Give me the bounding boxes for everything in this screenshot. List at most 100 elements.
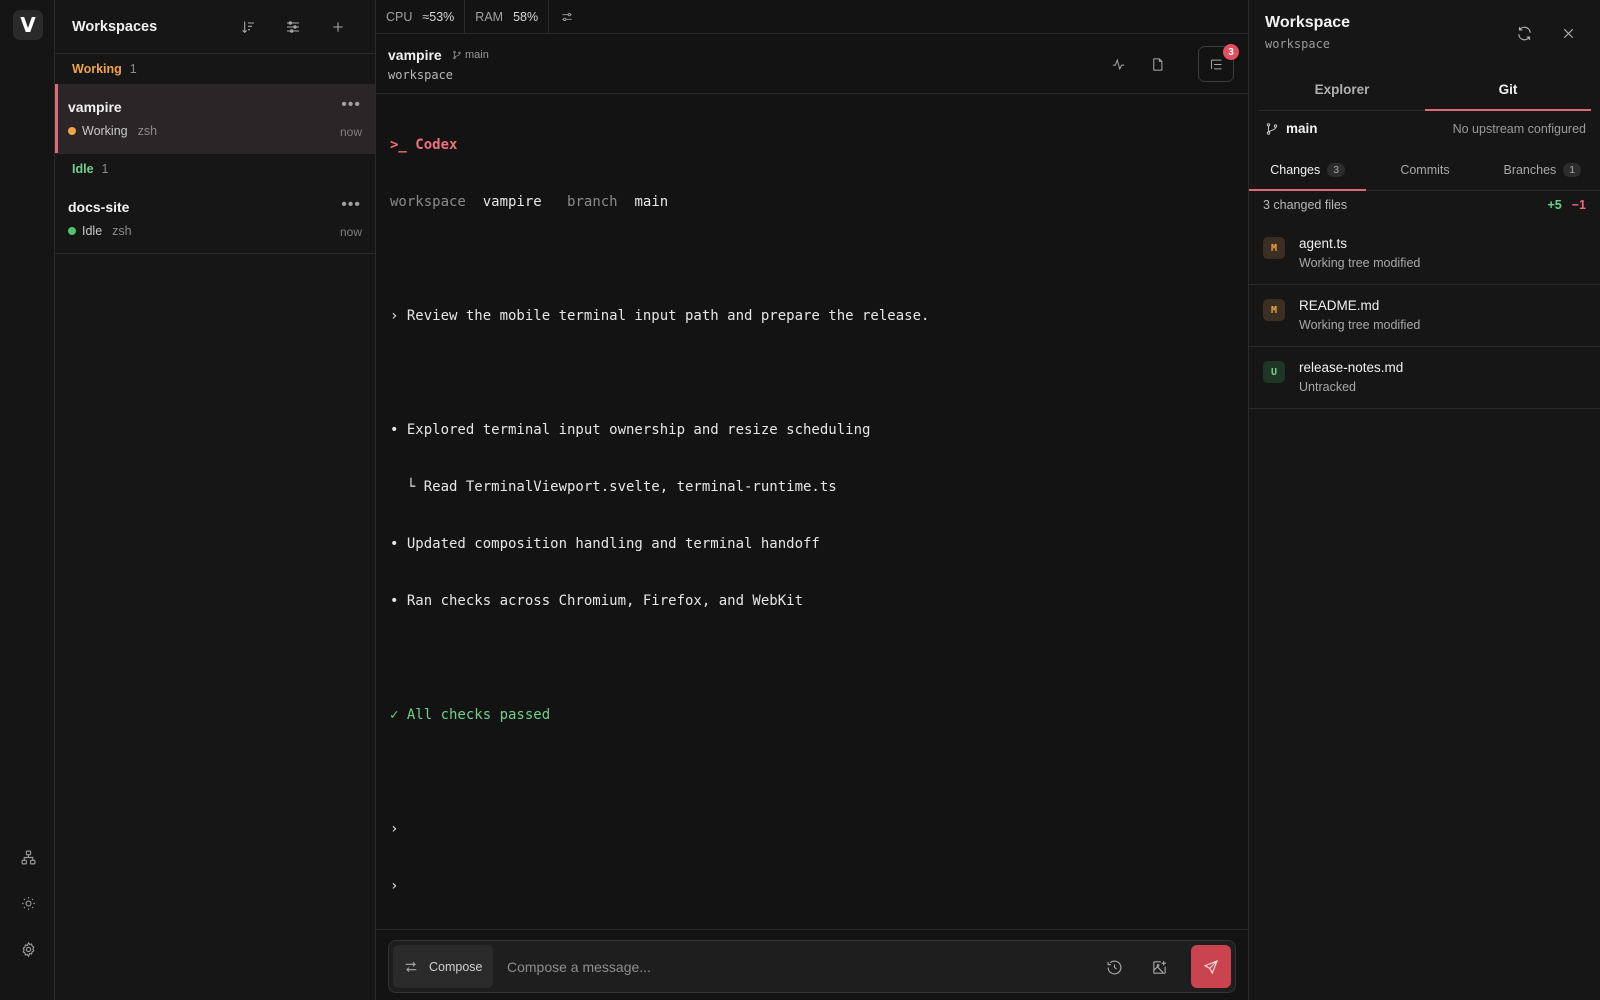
changed-file-item[interactable]: M agent.ts Working tree modified (1249, 223, 1600, 285)
workspace-item-vampire[interactable]: vampire ••• Working zsh now (55, 84, 375, 154)
close-icon[interactable] (1555, 20, 1581, 46)
workspace-item-docs-site[interactable]: docs-site ••• Idle zsh now (55, 184, 375, 254)
workspace-name: docs-site (68, 199, 130, 215)
upstream-status: No upstream configured (1452, 122, 1586, 136)
tune-icon[interactable] (549, 10, 585, 24)
sidebar-title: Workspaces (72, 18, 158, 35)
refresh-icon[interactable] (1511, 20, 1537, 46)
result-line: ✓ All checks passed (390, 707, 551, 723)
send-icon (1203, 959, 1218, 974)
subtab-branches[interactable]: Branches 1 (1484, 149, 1600, 190)
more-icon[interactable]: ••• (341, 196, 361, 214)
branch-icon (1266, 122, 1278, 135)
app-rail: V (0, 0, 55, 1000)
status-text: Working (82, 124, 128, 138)
output-line: └ Read TerminalViewport.svelte, terminal… (390, 479, 837, 495)
changes-badge: 3 (1223, 44, 1239, 60)
branch-icon (453, 50, 461, 60)
group-label: Working (72, 62, 122, 76)
file-state: Working tree modified (1299, 318, 1421, 332)
cpu-stat: CPU ≈53% (376, 0, 466, 34)
shell-name: zsh (112, 224, 132, 238)
meta-branch-value: main (634, 194, 669, 210)
file-name: agent.ts (1299, 236, 1348, 251)
additions-count: +5 (1547, 198, 1562, 212)
composer: Compose (388, 940, 1236, 993)
subtab-changes[interactable]: Changes 3 (1249, 149, 1367, 191)
status-dot (68, 227, 76, 235)
add-workspace-icon[interactable] (326, 15, 350, 39)
group-label: Idle (72, 162, 94, 176)
workspaces-sidebar: Workspaces Working 1 vampire ••• Working… (55, 0, 376, 1000)
sun-icon[interactable] (15, 890, 41, 916)
workspace-status: Working zsh (68, 124, 157, 138)
activity-icon[interactable] (1100, 46, 1136, 82)
workspace-time: now (339, 125, 362, 139)
compose-mode-label: Compose (429, 959, 483, 974)
gear-icon[interactable] (15, 936, 41, 962)
tab-explorer[interactable]: Explorer (1259, 69, 1425, 110)
group-count: 1 (129, 62, 137, 76)
list-tree-icon (1210, 59, 1221, 69)
subtab-count: 1 (1563, 162, 1582, 177)
terminal-title-line: >_ Codex (390, 136, 929, 155)
meta-workspace-value: vampire (482, 194, 542, 210)
filter-icon[interactable] (281, 15, 305, 39)
panel-subtitle: workspace (1265, 37, 1331, 51)
subtab-count: 3 (1327, 162, 1346, 177)
terminal-output[interactable]: >_ Codex workspace vampire branch main ›… (390, 98, 929, 934)
compose-mode-button[interactable]: Compose (393, 945, 493, 988)
subtab-label: Commits (1400, 162, 1450, 177)
prompt-line: › (390, 878, 399, 894)
group-count: 1 (101, 162, 109, 176)
output-line: • Explored terminal input ownership and … (390, 422, 871, 438)
image-upload-icon[interactable] (1146, 954, 1172, 980)
changed-files-summary: 3 changed files (1263, 198, 1348, 212)
ram-value: 58% (513, 9, 539, 24)
shell-name: zsh (137, 124, 158, 138)
file-state: Working tree modified (1299, 256, 1421, 270)
workspace-status: Idle zsh (68, 224, 132, 238)
send-button[interactable] (1191, 945, 1231, 988)
app-logo[interactable]: V (13, 10, 43, 40)
status-dot (68, 127, 76, 135)
ram-label: RAM (475, 9, 504, 24)
subtab-label: Branches (1503, 162, 1557, 177)
deletions-count: −1 (1571, 198, 1586, 212)
logo-letter: V (20, 13, 36, 37)
current-branch: main (1265, 121, 1318, 136)
file-status-badge: M (1263, 299, 1285, 321)
compose-input[interactable] (507, 955, 1067, 979)
more-icon[interactable]: ••• (341, 96, 361, 114)
network-icon[interactable] (15, 844, 41, 870)
file-status-badge: M (1263, 237, 1285, 259)
prompt-line: › (390, 821, 399, 837)
history-icon[interactable] (1101, 954, 1127, 980)
group-header-idle: Idle 1 (55, 154, 375, 184)
output-line: • Updated composition handling and termi… (390, 536, 820, 552)
file-name: release-notes.md (1299, 360, 1404, 375)
workspace-time: now (339, 225, 362, 239)
diff-stats: +5 −1 (1547, 198, 1586, 212)
git-panel-toggle-button[interactable]: 3 (1198, 44, 1239, 82)
file-icon[interactable] (1139, 46, 1175, 82)
output-line: • Ran checks across Chromium, Firefox, a… (390, 593, 804, 609)
sort-icon[interactable] (236, 15, 260, 39)
status-text: Idle (82, 224, 103, 238)
terminal-header: vampire main workspace 3 (376, 34, 1248, 94)
panel-tabs: Explorer Git (1259, 69, 1591, 111)
file-name: README.md (1299, 298, 1380, 313)
terminal-pane: CPU ≈53% RAM 58% vampire main workspace … (376, 0, 1248, 1000)
branch-name: main (1286, 121, 1318, 136)
tab-git[interactable]: Git (1425, 69, 1591, 111)
swap-icon (405, 961, 417, 972)
terminal-workspace-name: vampire (388, 47, 442, 63)
subtab-label: Changes (1270, 162, 1321, 177)
changed-file-item[interactable]: U release-notes.md Untracked (1249, 347, 1600, 409)
meta-workspace-label: workspace (390, 194, 466, 210)
subtab-commits[interactable]: Commits (1366, 149, 1483, 190)
composer-bar: Compose (376, 929, 1248, 1000)
changed-file-item[interactable]: M README.md Working tree modified (1249, 285, 1600, 347)
sidebar-header: Workspaces (55, 0, 375, 54)
terminal-branch-name: main (465, 49, 489, 61)
